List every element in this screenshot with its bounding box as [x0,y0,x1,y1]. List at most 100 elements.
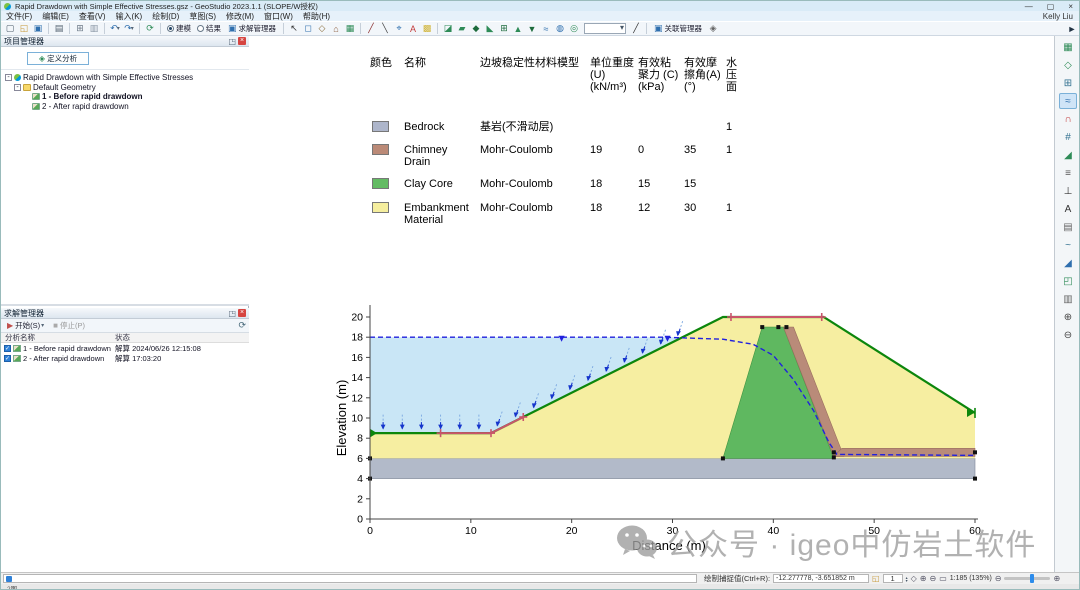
flag-pen-icon[interactable]: ► [1066,22,1079,35]
draw-point-icon[interactable]: ◆ [470,22,483,35]
zoom-plus-icon[interactable]: ⊕ [1053,574,1060,583]
user-account[interactable]: Kelly Liu [1043,12,1080,21]
menu-item-sketch[interactable]: 草图(S) [184,11,221,22]
save-icon[interactable]: ▣ [32,22,45,35]
solve-row-1[interactable]: ✓2 - After rapid drawdown解算 17:03:20 [1,353,249,363]
close-button[interactable]: × [1068,2,1073,11]
zoom-out-icon[interactable]: ⊖ [1059,327,1077,343]
spinner-down-icon[interactable]: ▾ [906,579,908,582]
define-analyses-button[interactable]: ◈ 定义分析 [27,52,89,65]
sketch-line-icon[interactable]: ╱ [365,22,378,35]
copy-icon[interactable]: ⊞ [74,22,87,35]
contour-icon[interactable]: ◰ [1059,273,1077,289]
tree-expander-icon[interactable]: - [14,84,21,91]
draw-tension-crack-icon[interactable]: ▼ [526,22,539,35]
sketch-axes-icon[interactable]: ⊥ [1059,183,1077,199]
panel-close-icon[interactable]: × [238,309,246,317]
menu-item-window[interactable]: 窗口(W) [259,11,298,22]
view-preferences-icon[interactable]: ▤ [1059,219,1077,235]
settings-icon[interactable]: ◈ [707,22,720,35]
redo-icon[interactable]: ↷▾ [123,22,136,35]
draw-points-icon[interactable]: ⊞ [1059,75,1077,91]
draw-slip-entry-icon[interactable]: ◣ [484,22,497,35]
minimize-button[interactable]: — [1025,2,1033,11]
print-preview-icon[interactable]: ▦ [344,22,357,35]
refresh-icon[interactable]: ⟳ [144,22,157,35]
draw-slip-radius-icon[interactable]: ▲ [512,22,525,35]
draw-materials-icon[interactable]: ▦ [1059,39,1077,55]
measure-icon[interactable]: ⌖ [393,22,406,35]
draw-reinforcement-icon[interactable]: ≡ [1059,165,1077,181]
solve-manager-button[interactable]: ▣求解管理器 [224,22,280,35]
draw-piezometric-icon[interactable]: ≈ [540,22,553,35]
zoom-in-icon[interactable]: ⊕ [1059,309,1077,325]
column-analysis-name[interactable]: 分析名称 [1,332,113,343]
zoom-minus-icon[interactable]: ⊖ [995,574,1002,583]
object-view-icon[interactable]: ⌂ [330,22,343,35]
draw-line-icon[interactable]: ▰ [456,22,469,35]
menu-item-keyin[interactable]: 输入(K) [111,11,148,22]
draw-graph-icon[interactable]: ◢ [1059,255,1077,271]
view-globe-icon[interactable]: ◎ [568,22,581,35]
zoom-out-icon[interactable]: ⊖ [929,574,936,583]
open-folder-icon[interactable]: ◱ [18,22,31,35]
mode-results-radio[interactable]: 结果 [197,23,221,34]
page-spinner[interactable]: ▴ ▾ [906,576,908,582]
pen-color-icon[interactable]: ╱ [630,22,643,35]
draw-slip-entry-exit-icon[interactable]: ∩ [1059,111,1077,127]
tree-item-0[interactable]: -Rapid Drawdown with Simple Effective St… [1,73,249,83]
analysis-checkbox[interactable]: ✓ [4,345,11,352]
stop-solve-button[interactable]: ■ 停止(P) [50,319,88,332]
new-file-icon[interactable]: ▢ [4,22,17,35]
zoom-in-icon[interactable]: ⊕ [920,574,927,583]
tree-item-3[interactable]: 2 - After rapid drawdown [1,102,249,112]
layers-icon[interactable]: ◱ [872,574,880,583]
analysis-checkbox[interactable]: ✓ [4,355,11,362]
scale-combobox[interactable] [584,23,626,34]
sketch-text-icon[interactable]: A [407,22,420,35]
page-number-field[interactable]: 1 [883,574,903,583]
pan-hand-icon[interactable]: ◇ [911,574,917,583]
menu-item-help[interactable]: 帮助(H) [298,11,335,22]
print-icon[interactable]: ▤ [53,22,66,35]
sketch-text-icon[interactable]: A [1059,201,1077,217]
undo-icon[interactable]: ↶▾ [109,22,122,35]
draw-slip-grid-icon[interactable]: # [1059,129,1077,145]
paste-icon[interactable]: ▥ [88,22,101,35]
sketch-pen-icon[interactable]: ╲ [379,22,392,35]
zoom-window-icon[interactable]: ◻ [302,22,315,35]
tree-item-1[interactable]: -Default Geometry [1,83,249,93]
draw-regions-icon[interactable]: ◇ [1059,57,1077,73]
association-manager-button[interactable]: ▣关联管理器 [650,22,706,35]
zoom-slider-handle[interactable] [1030,574,1034,583]
draw-slip-grid-icon[interactable]: ⊞ [498,22,511,35]
menu-item-modify[interactable]: 修改(M) [221,11,259,22]
solve-row-0[interactable]: ✓1 - Before rapid drawdown解算 2024/06/26 … [1,343,249,353]
pan-icon[interactable]: ◇ [316,22,329,35]
menu-item-draw[interactable]: 绘制(D) [147,11,184,22]
column-status[interactable]: 状态 [113,332,249,343]
menu-item-edit[interactable]: 编辑(E) [37,11,74,22]
drawing-canvas[interactable]: 颜色名称边坡稳定性材料模型单位重度(U) (kN/m³)有效粘聚力 (C) (k… [249,36,1054,572]
menu-item-view[interactable]: 查看(V) [74,11,111,22]
mode-define-radio[interactable]: 建模 [167,23,191,34]
panel-close-icon[interactable]: × [238,37,246,45]
results-information-icon[interactable]: ~ [1059,237,1077,253]
draw-piezometric-line-icon[interactable]: ≈ [1059,93,1077,109]
view-map-icon[interactable]: ◍ [554,22,567,35]
start-solve-button[interactable]: ▶ 开始(S) ▾ [4,319,47,332]
refresh-icon[interactable]: ⟳ [238,320,246,331]
draw-slip-radius-icon[interactable]: ◢ [1059,147,1077,163]
tree-item-2[interactable]: 1 - Before rapid drawdown [1,92,249,102]
select-cursor-icon[interactable]: ↖ [288,22,301,35]
fit-page-icon[interactable]: ▭ [939,574,947,583]
restore-button[interactable]: ▢ [1047,2,1055,11]
report-icon[interactable]: ▥ [1059,291,1077,307]
pin-icon[interactable]: ◳ [228,309,236,318]
sketch-note-icon[interactable]: ▩ [421,22,434,35]
draw-region-icon[interactable]: ◪ [442,22,455,35]
menu-item-file[interactable]: 文件(F) [1,11,37,22]
pin-icon[interactable]: ◳ [228,37,236,46]
tree-expander-icon[interactable]: - [5,74,12,81]
zoom-slider[interactable] [1004,577,1050,580]
